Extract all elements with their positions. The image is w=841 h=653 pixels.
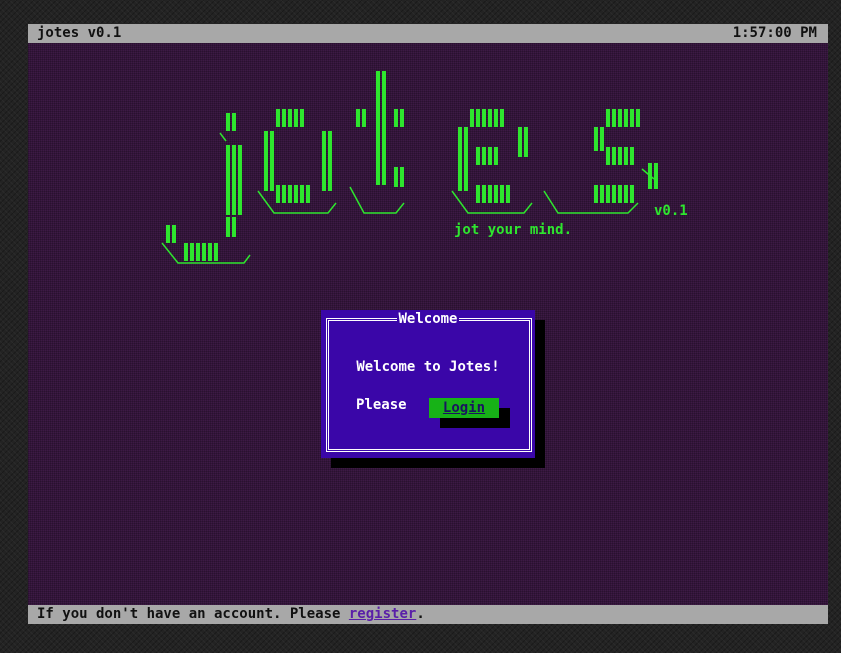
app-title: jotes v0.1 xyxy=(37,25,122,41)
dialog-frame xyxy=(326,318,532,452)
dialog-title: Welcome xyxy=(321,311,535,327)
register-prompt: If you don't have an account. Please reg… xyxy=(37,605,425,624)
status-bar: If you don't have an account. Please reg… xyxy=(28,605,828,624)
welcome-message: Welcome to Jotes! xyxy=(356,359,500,375)
register-prompt-suffix: . xyxy=(416,606,425,622)
welcome-dialog: Welcome Welcome to Jotes! Please Login xyxy=(321,310,535,458)
please-label: Please xyxy=(356,397,407,413)
dialog-title-text: Welcome xyxy=(397,311,459,327)
logo-tagline: jot your mind. xyxy=(454,222,573,238)
register-link[interactable]: register xyxy=(349,606,416,622)
register-prompt-prefix: If you don't have an account. Please xyxy=(37,606,349,622)
clock: 1:57:00 PM xyxy=(732,25,817,41)
title-bar: jotes v0.1 1:57:00 PM xyxy=(28,24,828,43)
logo-version: v0.1 xyxy=(654,203,688,219)
jotes-ascii-logo xyxy=(161,71,658,264)
terminal-screen: jotes v0.1 1:57:00 PM v0.1 jot your mind… xyxy=(28,24,828,624)
login-button[interactable]: Login xyxy=(429,398,499,418)
